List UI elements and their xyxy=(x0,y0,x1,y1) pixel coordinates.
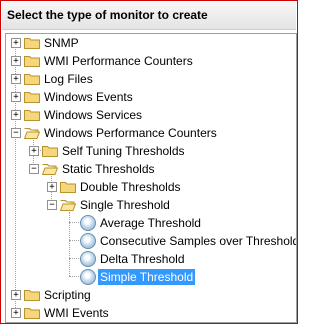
tree-item-label: Windows Events xyxy=(44,90,133,104)
open-folder-icon xyxy=(24,128,40,139)
collapse-icon[interactable]: − xyxy=(11,128,21,138)
monitor-icon xyxy=(80,233,96,249)
tree-item-label: Self Tuning Thresholds xyxy=(62,144,185,158)
tree-item-label: Average Threshold xyxy=(100,216,201,230)
tree-item-label: Windows Services xyxy=(44,108,143,122)
folder-icon xyxy=(42,146,58,157)
monitor-icon xyxy=(80,215,96,231)
expand-icon[interactable]: + xyxy=(11,92,21,102)
folder-icon xyxy=(24,56,40,67)
tree-item-self-tuning-thresholds[interactable]: + Self Tuning Thresholds xyxy=(6,142,296,160)
open-folder-icon xyxy=(60,200,76,211)
tree-item-label: WMI Performance Counters xyxy=(44,54,193,68)
tree-item-label: SNMP xyxy=(44,36,79,50)
tree-item-snmp[interactable]: + SNMP xyxy=(6,34,296,52)
tree-item-single-threshold[interactable]: − Single Threshold xyxy=(6,196,296,214)
expand-icon[interactable]: + xyxy=(11,56,21,66)
tree-line xyxy=(69,276,79,277)
monitor-type-tree[interactable]: + SNMP + WMI Performance Counters + Log … xyxy=(5,33,297,323)
expand-icon[interactable]: + xyxy=(29,146,39,156)
tree-item-windows-events[interactable]: + Windows Events xyxy=(6,88,296,106)
expand-icon[interactable]: + xyxy=(47,182,57,192)
folder-icon xyxy=(24,308,40,319)
folder-icon xyxy=(24,110,40,121)
folder-icon xyxy=(24,92,40,103)
tree-item-label: Scripting xyxy=(44,288,91,302)
folder-icon xyxy=(24,38,40,49)
collapse-icon[interactable]: − xyxy=(47,200,57,210)
tree-item-label: Simple Threshold xyxy=(98,269,196,285)
expand-icon[interactable]: + xyxy=(11,110,21,120)
open-folder-icon xyxy=(42,164,58,175)
tree-item-average-threshold[interactable]: Average Threshold xyxy=(6,214,296,232)
tree-item-windows-services[interactable]: + Windows Services xyxy=(6,106,296,124)
tree-item-consecutive-samples-over-threshold[interactable]: Consecutive Samples over Threshold xyxy=(6,232,296,250)
tree-item-delta-threshold[interactable]: Delta Threshold xyxy=(6,250,296,268)
panel-title: Select the type of monitor to create xyxy=(7,8,208,22)
tree-item-label: Static Thresholds xyxy=(62,162,155,176)
tree-item-wmi-performance-counters[interactable]: + WMI Performance Counters xyxy=(6,52,296,70)
tree-item-label: Double Thresholds xyxy=(80,180,181,194)
tree-line xyxy=(69,258,79,259)
folder-icon xyxy=(24,290,40,301)
tree-item-label: Delta Threshold xyxy=(100,252,185,266)
collapse-icon[interactable]: − xyxy=(29,164,39,174)
tree-item-label: Consecutive Samples over Threshold xyxy=(100,234,297,248)
expand-icon[interactable]: + xyxy=(11,38,21,48)
tree-item-scripting[interactable]: + Scripting xyxy=(6,286,296,304)
folder-icon xyxy=(24,74,40,85)
tree-item-label: Single Threshold xyxy=(80,198,170,212)
tree-line xyxy=(69,240,79,241)
tree-item-log-files[interactable]: + Log Files xyxy=(6,70,296,88)
tree-item-simple-threshold[interactable]: Simple Threshold xyxy=(6,268,296,286)
monitor-icon xyxy=(80,269,96,285)
monitor-type-panel: Select the type of monitor to create + S… xyxy=(0,0,298,324)
tree-item-wmi-events[interactable]: + WMI Events xyxy=(6,304,296,322)
tree-item-label: WMI Events xyxy=(44,306,109,320)
folder-icon xyxy=(60,182,76,193)
expand-icon[interactable]: + xyxy=(11,74,21,84)
tree-item-label: Log Files xyxy=(44,72,93,86)
tree-item-double-thresholds[interactable]: + Double Thresholds xyxy=(6,178,296,196)
panel-header: Select the type of monitor to create xyxy=(2,2,296,30)
monitor-icon xyxy=(80,251,96,267)
tree-line xyxy=(69,222,79,223)
tree-item-static-thresholds[interactable]: − Static Thresholds xyxy=(6,160,296,178)
tree-item-label: Windows Performance Counters xyxy=(44,126,217,140)
expand-icon[interactable]: + xyxy=(11,290,21,300)
tree-item-windows-performance-counters[interactable]: − Windows Performance Counters xyxy=(6,124,296,142)
expand-icon[interactable]: + xyxy=(11,308,21,318)
